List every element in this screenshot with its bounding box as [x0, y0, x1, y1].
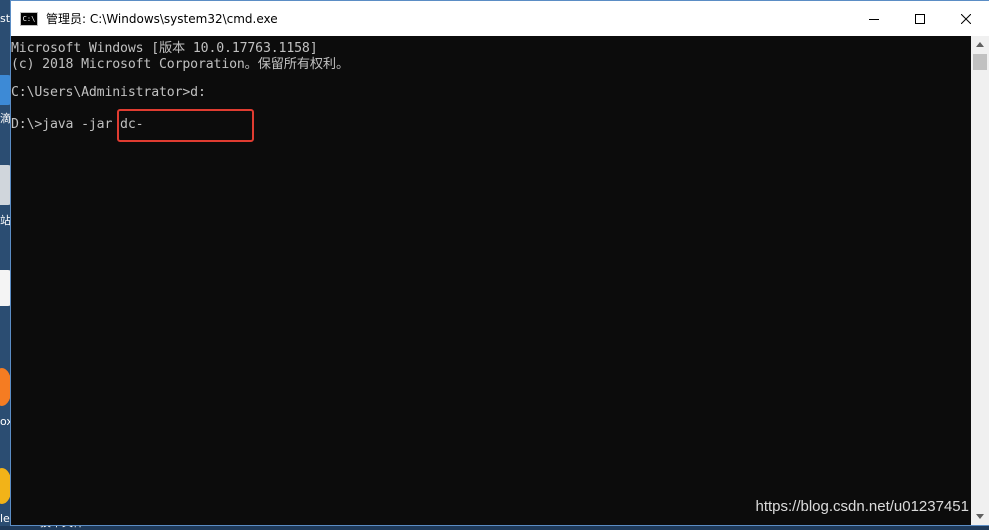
scroll-up-button[interactable]	[971, 36, 989, 53]
maximize-button[interactable]	[897, 1, 943, 36]
cmd-icon: C:\	[20, 11, 38, 26]
minimize-button[interactable]	[851, 1, 897, 36]
window-title: 管理员: C:\Windows\system32\cmd.exe	[46, 12, 278, 26]
scroll-down-button[interactable]	[971, 508, 989, 525]
console-line: C:\Users\Administrator>d:	[11, 85, 206, 100]
close-button[interactable]	[943, 1, 989, 36]
vertical-scrollbar[interactable]	[971, 36, 989, 525]
watermark: https://blog.csdn.net/u01237451	[755, 498, 969, 515]
scrollbar-thumb[interactable]	[973, 54, 987, 70]
chevron-down-icon	[976, 514, 984, 519]
minimize-icon	[869, 18, 879, 20]
maximize-icon	[915, 13, 925, 24]
title-bar[interactable]: C:\ 管理员: C:\Windows\system32\cmd.exe	[11, 1, 989, 36]
highlight-annotation	[117, 109, 254, 142]
desktop-icon-label: le	[0, 512, 10, 525]
console-output[interactable]: Microsoft Windows [版本 10.0.17763.1158] (…	[11, 36, 971, 525]
close-icon	[961, 13, 971, 24]
cmd-window[interactable]: C:\ 管理员: C:\Windows\system32\cmd.exe Mic…	[10, 0, 989, 526]
console-line: (c) 2018 Microsoft Corporation。保留所有权利。	[11, 57, 349, 72]
window-controls	[851, 1, 989, 36]
chevron-up-icon	[976, 42, 984, 47]
